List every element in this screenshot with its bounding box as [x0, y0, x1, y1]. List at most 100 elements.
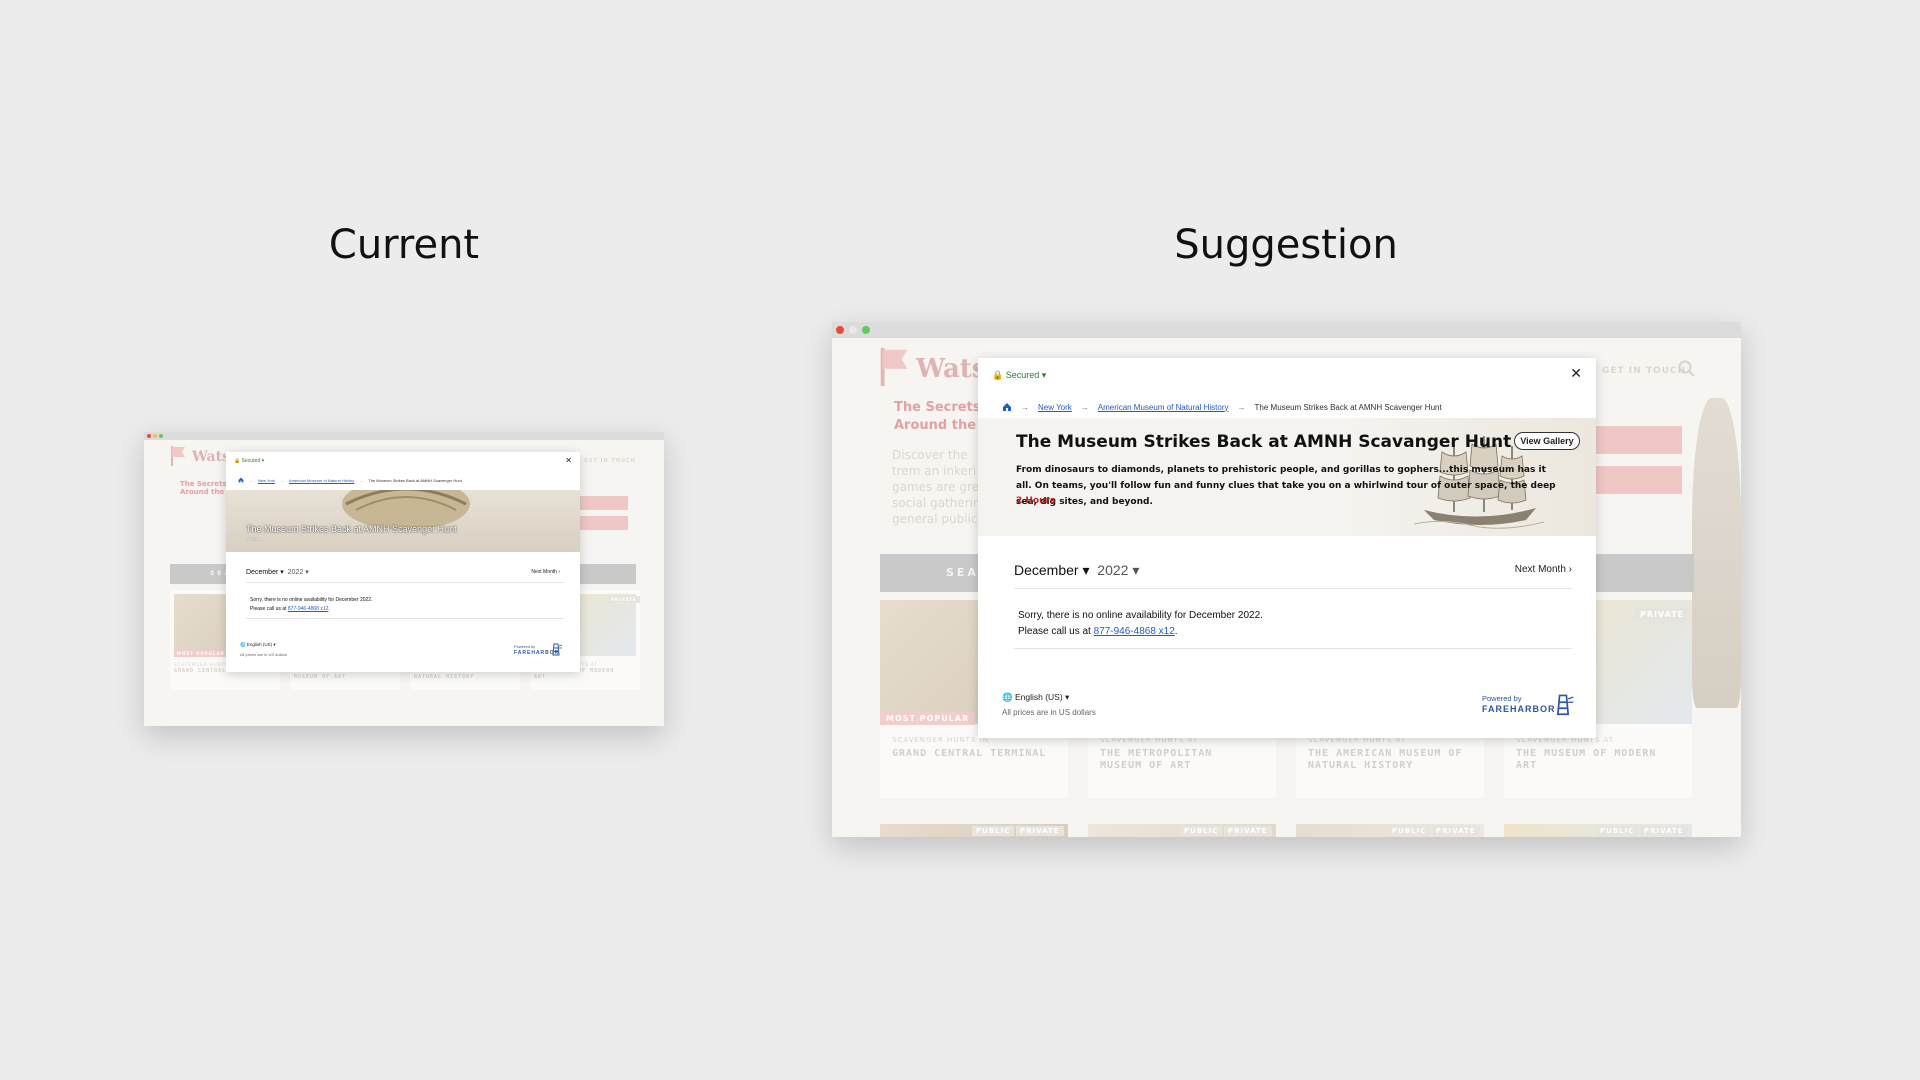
- private-badge: PRIVATE: [1224, 826, 1272, 836]
- site-bullet: Around the: [180, 488, 225, 496]
- divider: [246, 618, 564, 619]
- close-window-dot[interactable]: [147, 434, 151, 438]
- prices-note: All prices are in US dollars: [1002, 708, 1096, 717]
- maximize-window-dot[interactable]: [862, 326, 870, 334]
- public-badge: PUBLIC: [1596, 826, 1639, 836]
- availability-message: Sorry, there is no online availability f…: [1018, 610, 1263, 621]
- divider: [1014, 588, 1572, 589]
- site-bullet: The Secrets: [180, 480, 227, 488]
- home-icon[interactable]: [238, 477, 244, 483]
- month-selector[interactable]: December ▾ 2022 ▾: [1014, 562, 1139, 579]
- breadcrumb-amnh[interactable]: American Museum of Natural History: [289, 478, 354, 483]
- most-popular-badge: MOST POPULAR: [880, 712, 976, 725]
- private-badge: PRIVATE: [1016, 826, 1064, 836]
- breadcrumb-current: The Museum Strikes Back at AMNH Scavenge…: [368, 477, 462, 483]
- next-month-button[interactable]: Next Month ›: [1515, 564, 1572, 575]
- shell-illustration: [342, 490, 470, 530]
- heading-suggestion: Suggestion: [1174, 222, 1398, 268]
- item-header-banner: The Museum Strikes Back at AMNH Scavenge…: [226, 490, 580, 552]
- card-title: GRAND CENTRAL TERMINAL: [892, 748, 1047, 759]
- item-duration: 2 Hours: [246, 536, 261, 541]
- public-badge: PUBLIC: [972, 826, 1015, 836]
- site-paragraph-line: general public a: [892, 512, 989, 526]
- maximize-window-dot[interactable]: [159, 434, 163, 438]
- close-window-dot[interactable]: [836, 326, 844, 334]
- powered-by-label: Powered by: [514, 644, 536, 649]
- site-nav-link[interactable]: GET IN TOUCH: [584, 458, 636, 464]
- site-statue-image: [1692, 398, 1741, 708]
- fareharbor-lighthouse-icon: [552, 643, 562, 656]
- breadcrumb-arrow: →: [1021, 402, 1029, 412]
- most-popular-badge: MOST POPULAR: [174, 650, 228, 657]
- close-icon[interactable]: ✕: [1570, 366, 1582, 382]
- breadcrumb-arrow: →: [249, 477, 253, 483]
- suggestion-browser-frame: Wats The Secrets Around the Discover the…: [832, 322, 1741, 837]
- logo-flag-icon: [171, 446, 185, 466]
- language-selector[interactable]: 🌐 English (US) ▾: [1002, 692, 1069, 703]
- site-search-icon[interactable]: [1678, 360, 1696, 378]
- site-button[interactable]: [1592, 426, 1682, 454]
- year-selector[interactable]: 2022: [1097, 562, 1128, 578]
- heading-current: Current: [328, 222, 480, 268]
- item-title: The Museum Strikes Back at AMNH Scavange…: [1016, 432, 1512, 452]
- private-badge: PRIVATE: [1634, 608, 1691, 621]
- site-logo: Wats: [192, 449, 230, 465]
- private-badge: PRIVATE: [1640, 826, 1688, 836]
- public-badge: PUBLIC: [1180, 826, 1223, 836]
- powered-by-label: Powered by: [1482, 694, 1522, 703]
- site-button[interactable]: [574, 516, 628, 530]
- phone-link[interactable]: 877-946-4868 x12: [1094, 626, 1175, 637]
- site-search-label: SEA: [946, 566, 979, 579]
- site-nav-link[interactable]: GET IN TOUCH: [1602, 366, 1686, 376]
- breadcrumb: → New York → American Museum of Natural …: [1002, 402, 1442, 412]
- language-selector[interactable]: 🌐 English (US) ▾: [240, 642, 276, 648]
- public-badge: PUBLIC: [1388, 826, 1431, 836]
- private-badge: PRIVATE: [1432, 826, 1480, 836]
- logo-flag-icon: [880, 347, 908, 386]
- breadcrumb-amnh[interactable]: American Museum of Natural History: [1098, 403, 1229, 412]
- item-description: From dinosaurs to diamonds, planets to p…: [1016, 465, 1556, 507]
- close-icon[interactable]: ✕: [565, 456, 572, 465]
- breadcrumb: → New York → American Museum of Natural …: [238, 477, 462, 483]
- booking-modal-current: 🔒 Secured ▾ ✕ → New York → American Muse…: [226, 452, 580, 672]
- month-selector[interactable]: December ▾ 2022 ▾: [246, 568, 309, 576]
- secured-indicator[interactable]: 🔒 Secured ▾: [234, 458, 264, 464]
- year-selector[interactable]: 2022: [288, 569, 304, 576]
- item-duration: 2 Hours: [1016, 496, 1056, 506]
- home-icon[interactable]: [1002, 402, 1012, 412]
- phone-link[interactable]: 877-946-4868 x12: [288, 606, 329, 612]
- breadcrumb-new-york[interactable]: New York: [258, 478, 275, 483]
- browser-chrome: [832, 322, 1741, 338]
- card-title: THE METROPOLITAN MUSEUM OF ART: [1100, 748, 1213, 771]
- site-button[interactable]: [574, 496, 628, 510]
- call-message: Please call us at 877-946-4868 x12.: [250, 606, 330, 612]
- breadcrumb-new-york[interactable]: New York: [1038, 403, 1072, 412]
- site-paragraph-line: social gathering: [892, 496, 989, 510]
- card-title: THE AMERICAN MUSEUM OF NATURAL HISTORY: [1308, 748, 1463, 771]
- current-browser-frame: Wats The Secrets Around the GET IN TOUCH…: [144, 432, 664, 726]
- secured-indicator[interactable]: 🔒 Secured ▾: [992, 370, 1046, 381]
- site-bullet: Around the: [894, 418, 977, 433]
- browser-chrome: [144, 432, 664, 440]
- minimize-window-dot[interactable]: [153, 434, 157, 438]
- private-badge: PRIVATE: [608, 596, 640, 603]
- breadcrumb-arrow: →: [1080, 402, 1089, 412]
- availability-message: Sorry, there is no online availability f…: [250, 597, 373, 603]
- call-message: Please call us at 877-946-4868 x12.: [1018, 626, 1178, 637]
- breadcrumb-arrow: →: [279, 477, 284, 483]
- next-month-button[interactable]: Next Month ›: [531, 569, 560, 575]
- site-paragraph-line: trem an inkeri: [892, 464, 977, 478]
- breadcrumb-arrow: →: [359, 477, 364, 483]
- breadcrumb-current: The Museum Strikes Back at AMNH Scavenge…: [1254, 402, 1442, 412]
- site-bullet: The Secrets: [894, 400, 981, 415]
- booking-modal-suggestion: 🔒 Secured ▾ ✕ → New York → American Muse…: [978, 358, 1596, 738]
- fareharbor-lighthouse-icon: [1556, 694, 1574, 716]
- view-gallery-button[interactable]: View Gallery: [1514, 432, 1580, 450]
- minimize-window-dot[interactable]: [849, 326, 857, 334]
- site-button[interactable]: [1592, 466, 1682, 494]
- site-logo: Wats: [916, 354, 987, 384]
- fareharbor-logo-text[interactable]: FAREHARBOR: [1482, 704, 1556, 714]
- card-kicker: SCAVENGER HUNTS IN: [892, 736, 989, 744]
- divider: [246, 582, 564, 583]
- item-title: The Museum Strikes Back at AMNH Scavenge…: [246, 524, 457, 534]
